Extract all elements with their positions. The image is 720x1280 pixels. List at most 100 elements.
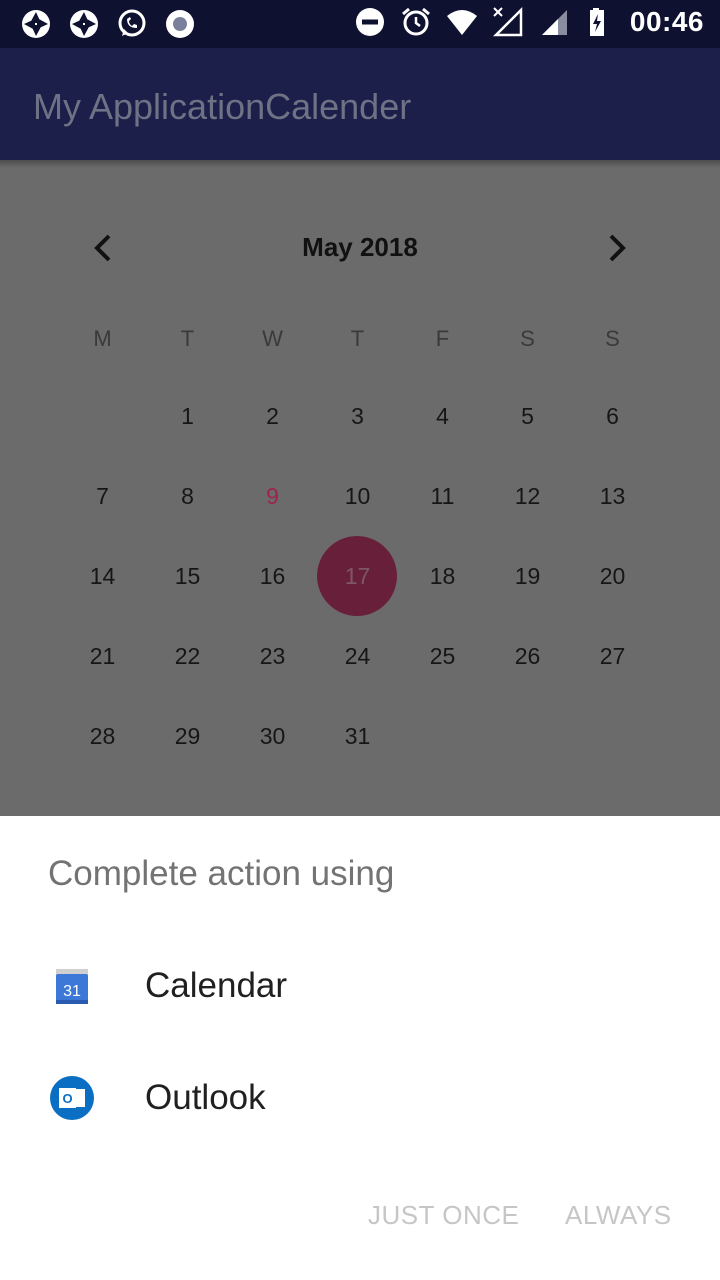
calendar-day[interactable]: 12 xyxy=(485,456,570,536)
calendar-day[interactable]: 1 xyxy=(145,376,230,456)
option-label: Calendar xyxy=(145,966,288,1005)
calendar-day[interactable]: 2 xyxy=(230,376,315,456)
weekday-label: F xyxy=(435,326,450,351)
day-number: 19 xyxy=(514,562,541,589)
calendar-day[interactable]: 21 xyxy=(60,616,145,696)
record-icon xyxy=(166,10,194,38)
calendar-week-row: 7 8 9 10 11 12 13 xyxy=(60,456,655,536)
just-once-button[interactable]: JUST ONCE xyxy=(368,1200,519,1231)
calendar-day[interactable]: 9 xyxy=(230,456,315,536)
day-number: 15 xyxy=(174,562,201,589)
calendar-day-empty xyxy=(485,696,570,776)
chooser-option-calendar[interactable]: 31 Calendar xyxy=(0,936,720,1036)
calendar-day[interactable]: 18 xyxy=(400,536,485,616)
day-number: 31 xyxy=(344,722,371,749)
calendar-day[interactable]: 17 xyxy=(315,536,400,616)
day-number: 25 xyxy=(429,642,456,669)
chevron-right-icon[interactable] xyxy=(600,228,634,268)
day-number: 28 xyxy=(89,722,116,749)
outlook-icon-letter: O xyxy=(62,1091,72,1106)
calendar-day[interactable]: 15 xyxy=(145,536,230,616)
day-number: 26 xyxy=(514,642,541,669)
day-number: 4 xyxy=(436,402,449,429)
signal-icon xyxy=(541,10,567,35)
weekday-label: S xyxy=(520,326,535,351)
app-bar-shadow xyxy=(0,160,720,168)
weekday-label: T xyxy=(350,326,365,351)
day-number: 8 xyxy=(181,482,194,509)
status-bar: 00:46 xyxy=(0,0,720,48)
day-number: 13 xyxy=(599,482,626,509)
chooser-title: Complete action using xyxy=(48,854,395,893)
day-number: 9 xyxy=(266,482,279,509)
google-calendar-icon: 31 xyxy=(56,969,88,1004)
weekday-label: S xyxy=(605,326,620,351)
day-number: 20 xyxy=(599,562,626,589)
calendar-day[interactable]: 3 xyxy=(315,376,400,456)
calendar-header: May 2018 xyxy=(0,218,720,278)
calendar-week-row: 14 15 16 17 18 19 20 xyxy=(60,536,655,616)
wifi-icon xyxy=(446,10,477,35)
calendar-day[interactable]: 7 xyxy=(60,456,145,536)
day-number: 29 xyxy=(174,722,201,749)
day-number: 24 xyxy=(344,642,371,669)
calendar-day-empty xyxy=(570,696,655,776)
calendar-icon-date: 31 xyxy=(63,983,81,1000)
calendar-day[interactable]: 14 xyxy=(60,536,145,616)
whatsapp-icon xyxy=(118,9,146,37)
aperture-icon xyxy=(70,10,98,38)
no-signal-icon xyxy=(492,6,523,37)
day-number: 10 xyxy=(344,482,371,509)
system-icons: 00:46 xyxy=(354,6,704,38)
calendar-day[interactable]: 8 xyxy=(145,456,230,536)
day-number: 14 xyxy=(89,562,116,589)
calendar-day-empty xyxy=(60,376,145,456)
calendar-day[interactable]: 16 xyxy=(230,536,315,616)
calendar-day[interactable]: 4 xyxy=(400,376,485,456)
day-number: 27 xyxy=(599,642,626,669)
do-not-disturb-icon xyxy=(355,8,384,36)
weekday-label: M xyxy=(93,326,112,351)
day-number: 21 xyxy=(89,642,116,669)
app-title: My ApplicationCalender xyxy=(33,86,412,127)
day-number: 5 xyxy=(521,402,534,429)
calendar-day[interactable]: 11 xyxy=(400,456,485,536)
day-of-week-row: M T W T F S S xyxy=(60,326,655,356)
calendar-day[interactable]: 19 xyxy=(485,536,570,616)
calendar-day-empty xyxy=(400,696,485,776)
calendar-day[interactable]: 6 xyxy=(570,376,655,456)
day-number: 2 xyxy=(266,402,279,429)
calendar-day[interactable]: 24 xyxy=(315,616,400,696)
notification-icons xyxy=(20,8,196,40)
day-number: 1 xyxy=(181,402,194,429)
calendar-day[interactable]: 28 xyxy=(60,696,145,776)
day-number: 18 xyxy=(429,562,456,589)
app-chooser-sheet: Complete action using 31 Calendar O Outl… xyxy=(0,816,720,1280)
calendar-day[interactable]: 27 xyxy=(570,616,655,696)
weekday-label: T xyxy=(180,326,195,351)
day-number: 16 xyxy=(259,562,286,589)
app-bar: My ApplicationCalender xyxy=(0,48,720,160)
calendar-day[interactable]: 20 xyxy=(570,536,655,616)
clock: 00:46 xyxy=(629,6,704,37)
calendar-day[interactable]: 31 xyxy=(315,696,400,776)
calendar-day[interactable]: 23 xyxy=(230,616,315,696)
chooser-option-outlook[interactable]: O Outlook xyxy=(0,1048,720,1148)
weekday-label: W xyxy=(262,326,283,351)
always-button[interactable]: ALWAYS xyxy=(565,1200,672,1231)
alarm-icon xyxy=(401,7,430,36)
calendar-day[interactable]: 30 xyxy=(230,696,315,776)
calendar-day[interactable]: 10 xyxy=(315,456,400,536)
calendar-day[interactable]: 22 xyxy=(145,616,230,696)
calendar-day[interactable]: 26 xyxy=(485,616,570,696)
calendar-grid: 1 2 3 4 5 6 7 8 9 10 11 12 13 14 15 16 17 18 19 20 21 22 23 24 2… xyxy=(60,376,655,776)
day-number: 23 xyxy=(259,642,286,669)
calendar-day[interactable]: 29 xyxy=(145,696,230,776)
day-number: 7 xyxy=(96,482,109,509)
day-number: 11 xyxy=(430,482,455,509)
day-number: 12 xyxy=(514,482,541,509)
calendar-day[interactable]: 25 xyxy=(400,616,485,696)
option-label: Outlook xyxy=(145,1078,266,1117)
calendar-day[interactable]: 5 xyxy=(485,376,570,456)
calendar-day[interactable]: 13 xyxy=(570,456,655,536)
